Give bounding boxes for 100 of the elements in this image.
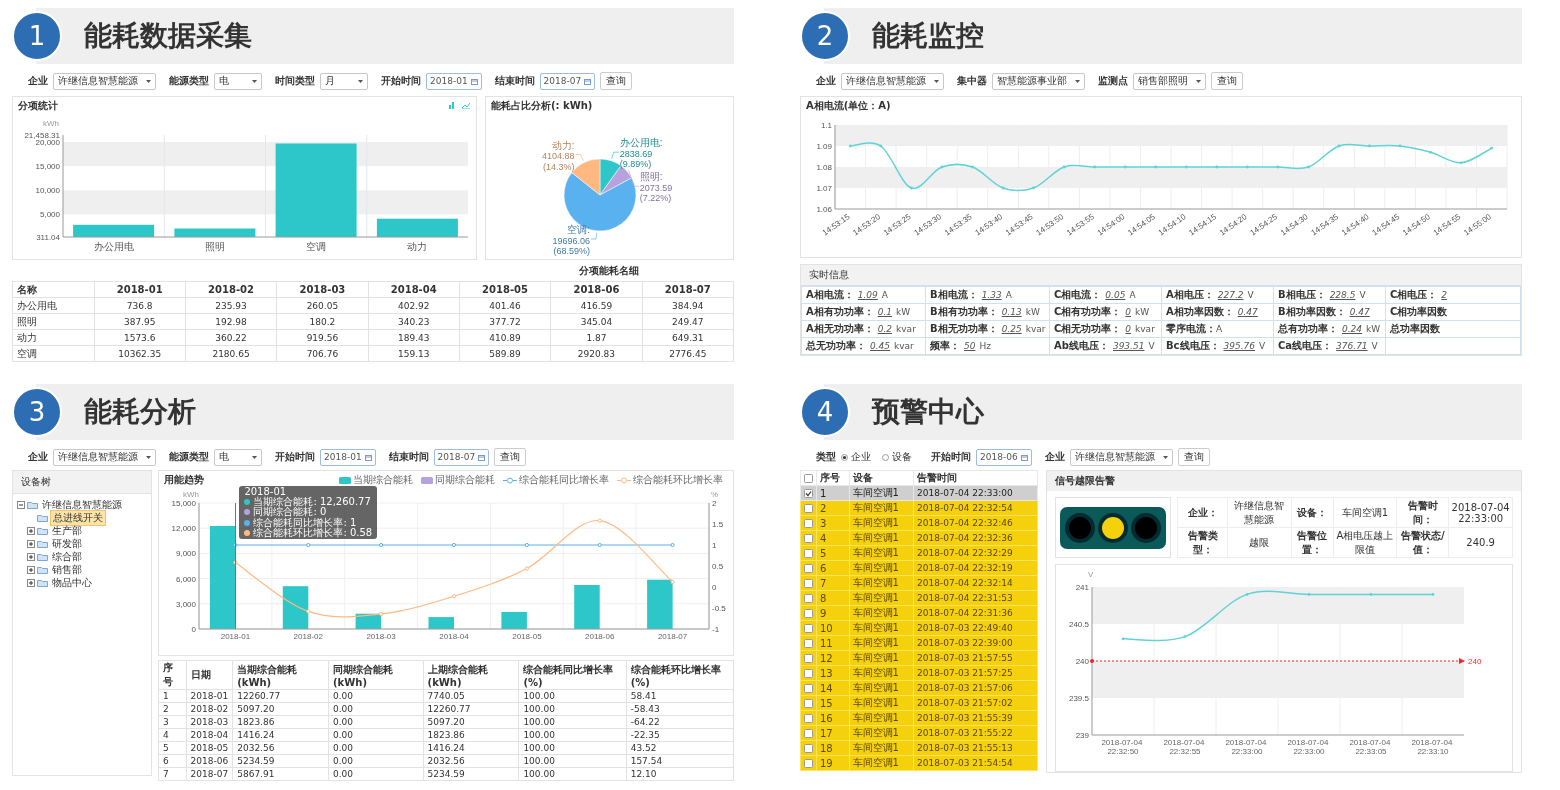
query-button[interactable]: 查询 xyxy=(1177,448,1210,466)
dropdown[interactable]: 销售部照明 xyxy=(1133,72,1206,90)
data-point xyxy=(1123,165,1127,169)
checkbox[interactable] xyxy=(804,668,813,678)
table-cell: 401.46 xyxy=(459,297,551,314)
field-label: 开始时间 xyxy=(381,74,421,88)
checkbox[interactable] xyxy=(804,728,813,738)
dropdown[interactable]: 许继信息智慧能源 xyxy=(53,448,156,466)
field-label: B相无功功率： xyxy=(930,323,998,334)
checkbox[interactable] xyxy=(804,713,813,723)
table-cell: 2920.83 xyxy=(550,345,643,362)
data-point xyxy=(1184,165,1188,169)
tree-item[interactable]: 生产部 xyxy=(50,523,84,538)
bar-chart-icon[interactable] xyxy=(448,101,456,109)
table-cell: 43.52 xyxy=(626,741,734,755)
date-field[interactable]: 2018-07 xyxy=(539,72,596,90)
expand-icon[interactable] xyxy=(27,578,35,587)
field-label: 设备： xyxy=(1291,497,1334,528)
checkbox[interactable] xyxy=(804,683,813,693)
dropdown[interactable]: 许继信息智慧能源 xyxy=(53,72,156,90)
checkbox[interactable] xyxy=(804,503,813,513)
checkbox[interactable] xyxy=(804,743,813,753)
checkbox[interactable] xyxy=(804,488,813,498)
query-button[interactable]: 查询 xyxy=(600,72,633,90)
data-point xyxy=(670,579,675,585)
table-cell: 1416.24 xyxy=(232,728,329,742)
table-cell: 100.00 xyxy=(518,715,627,729)
date-field[interactable]: 2018-06 xyxy=(976,448,1032,466)
radio-option[interactable]: 设备 xyxy=(882,450,912,464)
dropdown[interactable]: 许继信息智慧能源 xyxy=(1069,448,1173,466)
expand-icon[interactable] xyxy=(27,565,35,574)
checkbox[interactable] xyxy=(804,653,813,663)
checkbox[interactable] xyxy=(804,608,813,618)
folder-icon xyxy=(27,500,38,509)
column-header: 设备 xyxy=(849,470,914,486)
field-value: 0.47 xyxy=(1237,307,1258,317)
field-label: 频率： xyxy=(930,340,960,351)
radio-option[interactable]: 企业 xyxy=(841,450,871,464)
axis-tick-label: 2018-07-04 22:33:05 xyxy=(1349,738,1391,756)
dropdown[interactable]: 许继信息智慧能源 xyxy=(841,72,944,90)
line-chart-icon[interactable] xyxy=(462,101,470,109)
date-field[interactable]: 2018-07 xyxy=(433,448,490,466)
checkbox[interactable] xyxy=(804,698,813,708)
axis-tick-label: 3,000 xyxy=(175,599,196,609)
field-label: B相有功功率： xyxy=(930,306,998,317)
axis-tick-label: 15,000 xyxy=(35,162,60,172)
tree-item[interactable]: 销售部 xyxy=(50,562,84,577)
checkbox[interactable] xyxy=(804,578,813,588)
checkbox[interactable] xyxy=(804,548,813,558)
axis-tick-label: 0.5 xyxy=(712,562,724,571)
table-cell: 340.23 xyxy=(368,313,460,330)
dropdown[interactable]: 智慧能源事业部 xyxy=(992,72,1085,90)
checkbox[interactable] xyxy=(804,518,813,528)
unit-label: A xyxy=(1129,290,1136,300)
column-header: 2018-05 xyxy=(459,281,551,298)
unit-label: kvar xyxy=(896,324,916,334)
checkbox[interactable] xyxy=(804,638,813,648)
leader-line xyxy=(628,169,640,187)
section-title: 能耗数据采集 xyxy=(84,18,252,54)
data-point xyxy=(1429,150,1432,154)
tree-item[interactable]: 研发部 xyxy=(50,536,84,551)
data-point xyxy=(910,186,913,190)
dropdown[interactable]: 电 xyxy=(214,448,262,466)
tree-item[interactable]: 物品中心 xyxy=(50,575,94,590)
dropdown[interactable]: 月 xyxy=(320,72,368,90)
checkbox[interactable] xyxy=(804,563,813,573)
axis-tick-label: -1 xyxy=(712,625,720,634)
table-cell: 7 xyxy=(158,767,187,781)
tree-item[interactable]: 总进线开关 xyxy=(50,509,106,526)
query-button[interactable]: 查询 xyxy=(494,448,527,466)
radio-icon[interactable] xyxy=(841,453,848,461)
expand-icon[interactable] xyxy=(27,526,35,535)
radio-icon[interactable] xyxy=(882,453,889,461)
column-header: 名称 xyxy=(12,281,94,298)
column-header: 2018-04 xyxy=(368,281,460,298)
checkbox[interactable] xyxy=(804,758,813,768)
field-value: 0.1 xyxy=(877,307,893,317)
checkbox[interactable] xyxy=(804,623,813,633)
axis-tick-label: 0 xyxy=(712,583,717,592)
data-point xyxy=(1246,165,1249,169)
chart-title: 用能趋势 xyxy=(163,473,205,487)
tree-item[interactable]: 综合部 xyxy=(50,549,84,564)
query-button[interactable]: 查询 xyxy=(1211,72,1243,90)
date-field[interactable]: 2018-01 xyxy=(320,448,376,466)
checkbox[interactable] xyxy=(804,593,813,603)
field-value: A相电压越上限值 xyxy=(1333,527,1397,558)
checkbox[interactable] xyxy=(804,533,813,543)
field-value: 240.9 xyxy=(1448,527,1513,558)
expand-icon[interactable] xyxy=(27,552,35,561)
expand-icon[interactable] xyxy=(27,539,35,548)
data-point xyxy=(597,518,602,523)
axis-tick-label: 239 xyxy=(1075,731,1089,740)
checkbox[interactable] xyxy=(804,473,813,483)
dropdown[interactable]: 电 xyxy=(214,72,262,90)
field-label: 类型 xyxy=(816,450,836,464)
data-point xyxy=(879,144,883,148)
date-field[interactable]: 2018-01 xyxy=(426,72,482,90)
tree-item[interactable]: 许继信息智慧能源 xyxy=(40,497,124,512)
bar xyxy=(282,586,309,629)
collapse-icon[interactable] xyxy=(17,500,25,509)
